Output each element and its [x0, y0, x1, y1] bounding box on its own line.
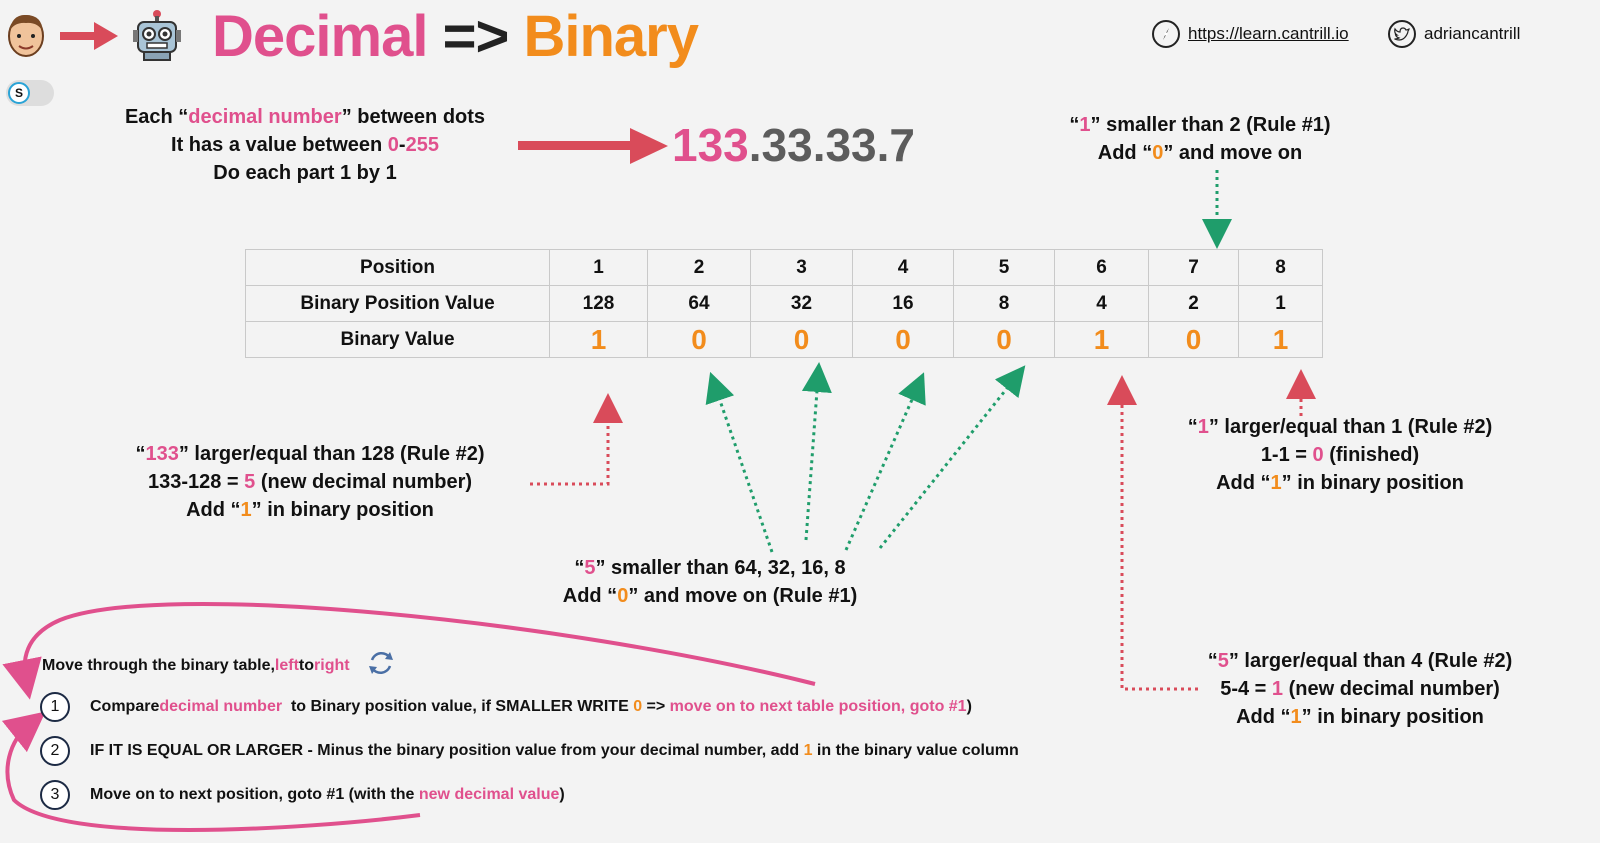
- arrow-pos5: [878, 365, 1026, 549]
- note-positions-2-5: “5” smaller than 64, 32, 16, 8 Add “0” a…: [562, 557, 858, 607]
- arrow-pos2: [705, 371, 774, 553]
- step-2: 2 IF IT IS EQUAL OR LARGER - Minus the b…: [40, 736, 1019, 766]
- arrow-pos3: [801, 362, 832, 541]
- step-number-badge: 3: [40, 780, 70, 810]
- note-position-6: “5” larger/equal than 4 (Rule #2) 5-4 = …: [1207, 650, 1513, 728]
- step-number-badge: 1: [40, 692, 70, 722]
- step-3: 3 Move on to next position, goto #1 (wit…: [40, 780, 565, 810]
- cycle-icon: [366, 648, 396, 683]
- arrow-pos4: [844, 372, 926, 551]
- step-number-badge: 2: [40, 736, 70, 766]
- arrow-pos1: [530, 393, 623, 486]
- note-position-8: “1” larger/equal than 1 (Rule #2) 1-1 = …: [1187, 416, 1493, 494]
- steps-intro: Move through the binary table, left to r…: [42, 648, 396, 683]
- step-1: 1 Compare decimal number to Binary posit…: [40, 692, 972, 722]
- note-position-1: “133” larger/equal than 128 (Rule #2) 13…: [135, 443, 485, 521]
